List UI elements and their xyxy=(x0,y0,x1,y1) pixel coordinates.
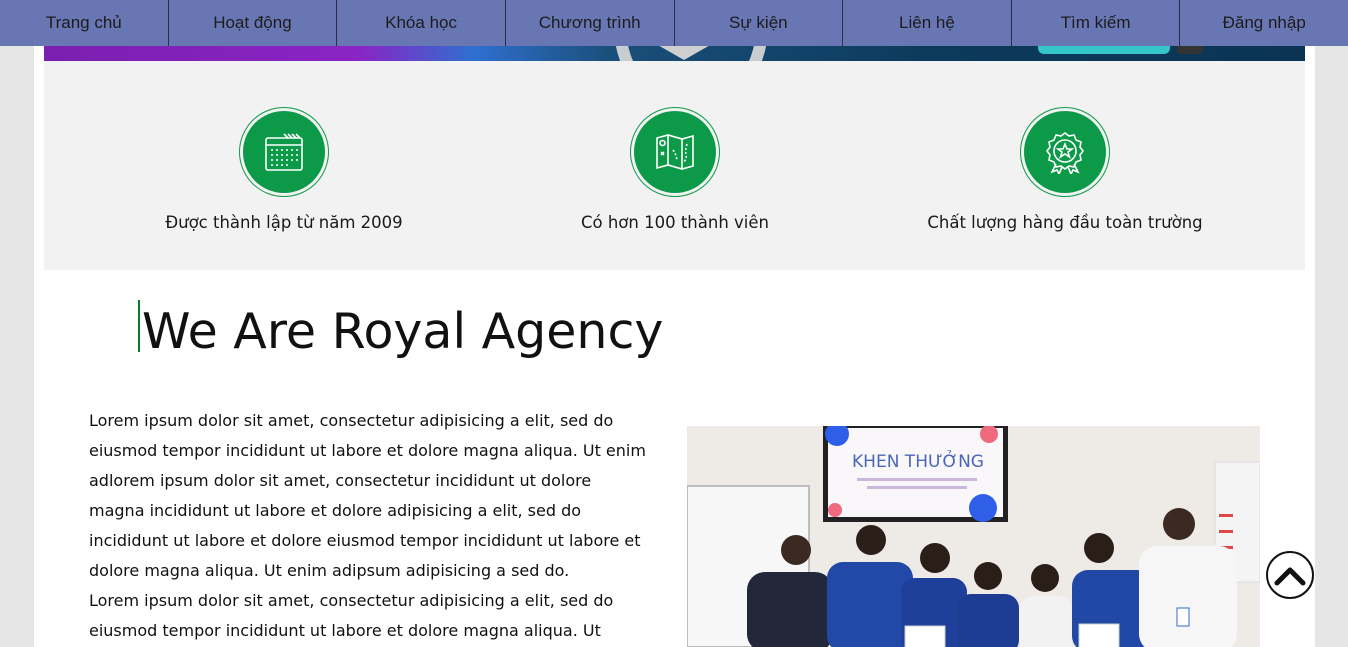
feature-icon-circle xyxy=(239,107,329,197)
nav-item-login[interactable]: Đăng nhập xyxy=(1180,0,1348,46)
top-navigation: Trang chủ Hoạt động Khóa học Chương trìn… xyxy=(0,0,1348,46)
award-photo: KHEN THƯỞNG xyxy=(687,426,1260,647)
banner-decoration xyxy=(656,44,712,60)
feature-icon-circle xyxy=(630,107,720,197)
about-paragraph: Lorem ipsum dolor sit amet, consectetur … xyxy=(89,411,646,580)
feature-label: Được thành lập từ năm 2009 xyxy=(165,213,403,232)
calendar-icon xyxy=(265,133,303,171)
feature-label: Chất lượng hàng đầu toàn trường xyxy=(927,213,1203,232)
features-section: Được thành lập từ năm 2009 Có hơn 100 th… xyxy=(44,61,1305,270)
feature-label: Có hơn 100 thành viên xyxy=(580,213,769,232)
section-heading: We Are Royal Agency xyxy=(142,303,664,360)
nav-item-courses[interactable]: Khóa học xyxy=(337,0,506,46)
nav-item-contact[interactable]: Liên hệ xyxy=(843,0,1012,46)
chevron-up-icon xyxy=(1274,567,1306,586)
nav-item-activities[interactable]: Hoạt động xyxy=(169,0,338,46)
section-heading-wrapper: We Are Royal Agency xyxy=(138,300,663,360)
nav-item-search[interactable]: Tìm kiếm xyxy=(1012,0,1181,46)
feature-quality: Chất lượng hàng đầu toàn trường xyxy=(870,107,1260,232)
award-icon xyxy=(1046,132,1084,174)
screen-text: KHEN THƯỞNG xyxy=(852,449,984,472)
back-to-top-button[interactable] xyxy=(1266,551,1314,599)
about-body: Lorem ipsum dolor sit amet, consectetur … xyxy=(89,406,649,646)
feature-icon-circle xyxy=(1020,107,1110,197)
feature-founded: Được thành lập từ năm 2009 xyxy=(89,107,479,232)
map-icon xyxy=(656,134,694,170)
nav-item-programs[interactable]: Chương trình xyxy=(506,0,675,46)
feature-members: Có hơn 100 thành viên xyxy=(480,107,870,232)
nav-item-home[interactable]: Trang chủ xyxy=(0,0,169,46)
group-photo-image: KHEN THƯỞNG xyxy=(687,426,1260,647)
about-paragraph: Lorem ipsum dolor sit amet, consectetur … xyxy=(89,591,614,640)
nav-item-events[interactable]: Sự kiện xyxy=(675,0,844,46)
